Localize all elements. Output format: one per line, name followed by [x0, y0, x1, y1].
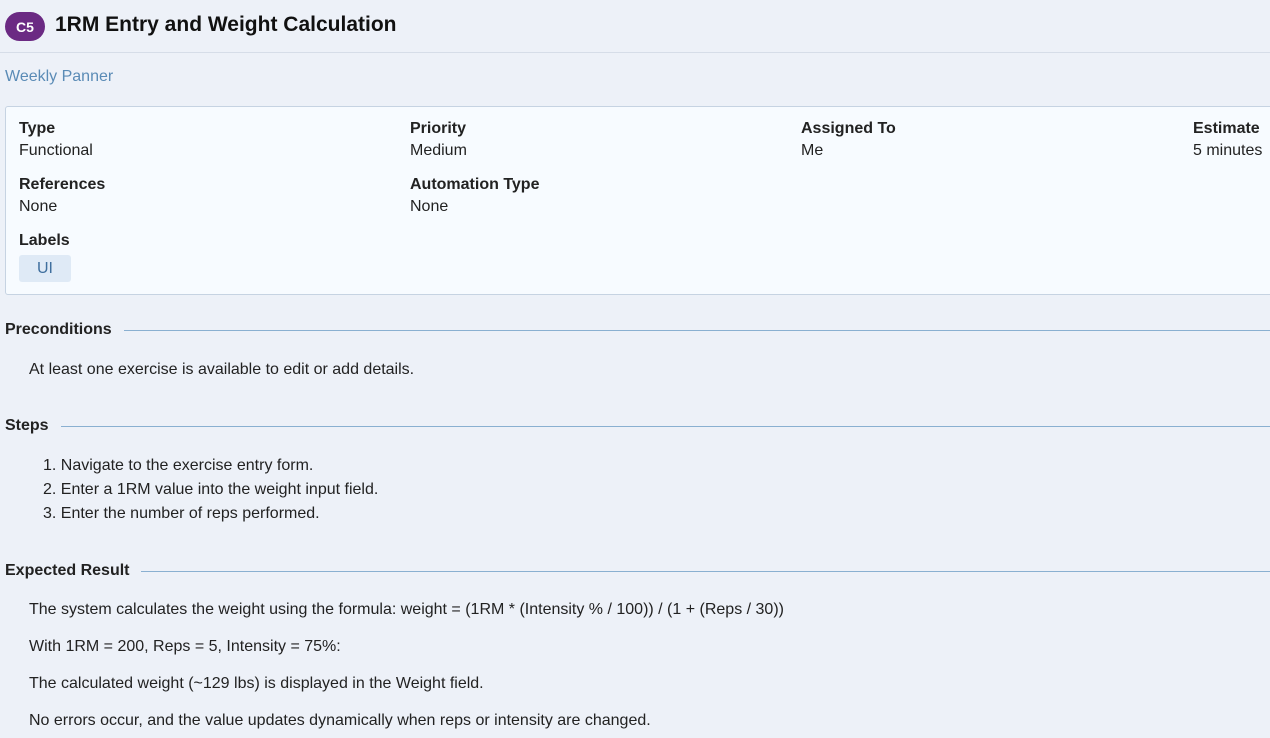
- expected-result-line: With 1RM = 200, Reps = 5, Intensity = 75…: [29, 638, 341, 655]
- expected-result-heading: Expected Result: [5, 562, 130, 579]
- estimate-label: Estimate: [1193, 120, 1260, 137]
- step-item: 3. Enter the number of reps performed.: [43, 505, 320, 522]
- steps-section-header: Steps: [5, 416, 1270, 436]
- section-divider: [141, 570, 1270, 572]
- preconditions-section-header: Preconditions: [5, 320, 1270, 340]
- automation-type-value: None: [410, 198, 449, 215]
- expected-result-section-header: Expected Result: [5, 561, 1270, 581]
- priority-value: Medium: [410, 142, 467, 159]
- label-tag-ui[interactable]: UI: [19, 255, 71, 282]
- automation-type-label: Automation Type: [410, 176, 540, 193]
- step-item: 1. Navigate to the exercise entry form.: [43, 457, 314, 474]
- references-value: None: [19, 198, 58, 215]
- case-id-badge: C5: [5, 12, 45, 41]
- preconditions-heading: Preconditions: [5, 321, 112, 338]
- assigned-to-label: Assigned To: [801, 120, 896, 137]
- step-item: 2. Enter a 1RM value into the weight inp…: [43, 481, 379, 498]
- preconditions-text: At least one exercise is available to ed…: [29, 361, 415, 378]
- labels-label: Labels: [19, 232, 70, 249]
- type-value: Functional: [19, 142, 93, 159]
- priority-label: Priority: [410, 120, 467, 137]
- estimate-value: 5 minutes: [1193, 142, 1263, 159]
- references-label: References: [19, 176, 106, 193]
- details-card: Type Functional Priority Medium Assigned…: [5, 106, 1270, 295]
- breadcrumb-link[interactable]: Weekly Panner: [5, 68, 113, 86]
- section-divider: [123, 329, 1270, 331]
- expected-result-line: The system calculates the weight using t…: [29, 601, 784, 618]
- expected-result-line: No errors occur, and the value updates d…: [29, 712, 651, 729]
- expected-result-line: The calculated weight (~129 lbs) is disp…: [29, 675, 484, 692]
- assigned-to-value: Me: [801, 142, 824, 159]
- section-divider: [60, 425, 1270, 427]
- page-header: C5 1RM Entry and Weight Calculation: [0, 0, 1270, 53]
- steps-heading: Steps: [5, 417, 49, 434]
- type-label: Type: [19, 120, 56, 137]
- page-title: 1RM Entry and Weight Calculation: [55, 13, 397, 36]
